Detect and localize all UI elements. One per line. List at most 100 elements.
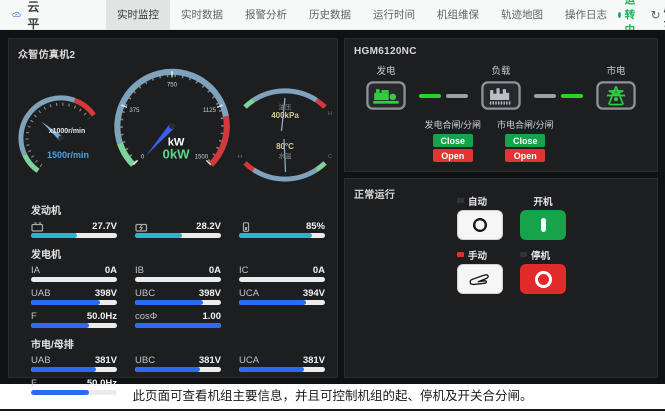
metric-mains-uca: UCA381V — [239, 354, 325, 375]
metric-gen-uab: UAB398V — [31, 287, 117, 308]
power-flow-diagram: 发电 负载 — [345, 63, 657, 110]
temp-value: 80°C — [276, 142, 294, 151]
control-buttons: 自动 开机 — [457, 195, 657, 294]
fuel-level-icon — [239, 222, 253, 232]
battery-voltage-bar — [31, 233, 77, 238]
gen-close-button[interactable]: Close — [433, 134, 473, 147]
main-content: 众智仿真机2 x1000r/min 1500r/min — [0, 30, 665, 384]
mains-open-button[interactable]: Open — [505, 149, 545, 162]
tab-alarm-analysis[interactable]: 报警分析 — [234, 0, 298, 30]
manual-mode-control: 手动 — [457, 249, 503, 294]
power-tick-1125: 1125 — [203, 107, 217, 114]
battery-voltage-metric: 27.7V — [31, 220, 117, 241]
oil-temp-gauge: 油压 400kPa 80°C 水温 H H C — [235, 85, 335, 185]
auto-mode-control: 自动 — [457, 195, 503, 240]
app-window: 智云平台 实时监控 实时数据 报警分析 历史数据 运行时间 机组维保 轨迹地图 … — [0, 0, 665, 416]
tab-realtime-data[interactable]: 实时数据 — [170, 0, 234, 30]
battery-voltage-value: 27.7V — [92, 221, 117, 232]
oil-high-mark: H — [328, 111, 332, 117]
metric-ia: IA0A — [31, 264, 117, 285]
manual-indicator — [457, 252, 464, 257]
auto-mode-button[interactable] — [457, 210, 503, 240]
power-value: 0kW — [163, 146, 191, 161]
start-label: 开机 — [533, 194, 552, 208]
stop-button[interactable] — [520, 264, 566, 294]
metric-cos-phi: cosΦ1.00 — [135, 310, 221, 331]
gen-breaker-label: 发电合闸/分闸 — [424, 118, 481, 131]
speed-value: 1500r/min — [47, 150, 89, 160]
temp-label: 水温 — [279, 151, 293, 160]
mains-node-label: 市电 — [606, 63, 625, 77]
engine-section-title: 发动机 — [31, 202, 325, 217]
load-node-label: 负载 — [491, 63, 510, 77]
tab-unit-maintenance[interactable]: 机组维保 — [426, 0, 490, 30]
tab-track-map[interactable]: 轨迹地图 — [490, 0, 554, 30]
link-gen-gray — [446, 94, 468, 98]
generator-node-label: 发电 — [376, 63, 395, 77]
stop-indicator — [520, 252, 527, 257]
stop-icon — [535, 271, 552, 288]
tab-realtime-monitor[interactable]: 实时监控 — [106, 0, 170, 30]
restart-icon: ↻ — [651, 8, 661, 22]
controller-model-title: HGM6120NC — [354, 46, 417, 57]
tab-run-time[interactable]: 运行时间 — [362, 0, 426, 30]
power-gauge: 0 375 750 1125 1500 kW 0kW — [101, 53, 243, 195]
status-dot-icon — [618, 12, 621, 18]
unit-overview-panel: 众智仿真机2 x1000r/min 1500r/min — [8, 38, 338, 378]
charger-voltage-bar — [135, 233, 182, 238]
metric-ib: IB0A — [135, 264, 221, 285]
unit-title: 众智仿真机2 — [18, 46, 75, 61]
footer-divider — [0, 409, 665, 411]
fuel-level-value: 85% — [306, 221, 325, 232]
tab-history-data[interactable]: 历史数据 — [298, 0, 362, 30]
start-control: 开机 — [520, 195, 566, 240]
stop-control: 停机 — [520, 249, 566, 294]
metric-gen-freq: F50.0Hz — [31, 310, 117, 331]
link-gen-green — [419, 94, 441, 98]
stop-label: 停机 — [531, 248, 550, 262]
cloud-logo-icon — [12, 7, 21, 22]
unit-control-panel: 正常运行 自动 开机 — [344, 178, 658, 378]
oil-value: 400kPa — [271, 111, 299, 120]
charger-voltage-value: 28.2V — [196, 221, 221, 232]
start-button[interactable] — [520, 210, 566, 240]
mains-close-button[interactable]: Close — [505, 134, 545, 147]
auto-indicator — [457, 198, 464, 203]
speed-scale-label: x1000r/min — [49, 128, 86, 135]
charger-voltage-metric: 28.2V — [135, 220, 221, 241]
mains-section-title: 市电/母排 — [31, 336, 325, 351]
auto-swirl-icon — [470, 215, 490, 235]
generator-node: 发电 — [358, 63, 414, 110]
power-flow-panel: HGM6120NC 发电 负载 — [344, 38, 658, 172]
run-state-title: 正常运行 — [354, 186, 395, 201]
auto-label: 自动 — [468, 194, 487, 208]
metric-mains-ubc: UBC381V — [135, 354, 221, 375]
temp-high-mark: H — [238, 154, 242, 160]
manual-mode-button[interactable] — [457, 264, 503, 294]
gen-open-button[interactable]: Open — [433, 149, 473, 162]
generator-metrics: IA0A IB0A IC0A UAB398V — [31, 264, 325, 331]
breaker-controls: 发电合闸/分闸 Close Open 市电合闸/分闸 Close Open — [333, 118, 645, 162]
battery-charging-icon — [135, 222, 149, 232]
power-tick-0: 0 — [141, 153, 145, 160]
metric-ic: IC0A — [239, 264, 325, 285]
power-tick-375: 375 — [129, 107, 140, 114]
metric-mains-uab: UAB381V — [31, 354, 117, 375]
load-icon — [481, 81, 521, 110]
load-node: 负载 — [473, 63, 529, 110]
oil-label: 油压 — [279, 102, 293, 111]
engine-metrics: 27.7V 28.2V — [31, 220, 325, 241]
generator-icon — [366, 81, 406, 110]
hand-icon — [468, 271, 492, 288]
metric-gen-ubc: UBC398V — [135, 287, 221, 308]
mains-breaker-label: 市电合闸/分闸 — [497, 118, 554, 131]
generator-section-title: 发电机 — [31, 246, 325, 261]
main-nav: 实时监控 实时数据 报警分析 历史数据 运行时间 机组维保 轨迹地图 操作日志 — [106, 0, 618, 30]
tab-operation-log[interactable]: 操作日志 — [554, 0, 618, 30]
battery-icon — [31, 222, 45, 232]
link-mains-green — [561, 94, 583, 98]
fuel-level-metric: 85% — [239, 220, 325, 241]
fuel-level-bar — [239, 233, 312, 238]
mains-icon — [596, 81, 636, 110]
mains-metrics: UAB381V UBC381V UCA381V F50.0Hz — [31, 354, 325, 398]
